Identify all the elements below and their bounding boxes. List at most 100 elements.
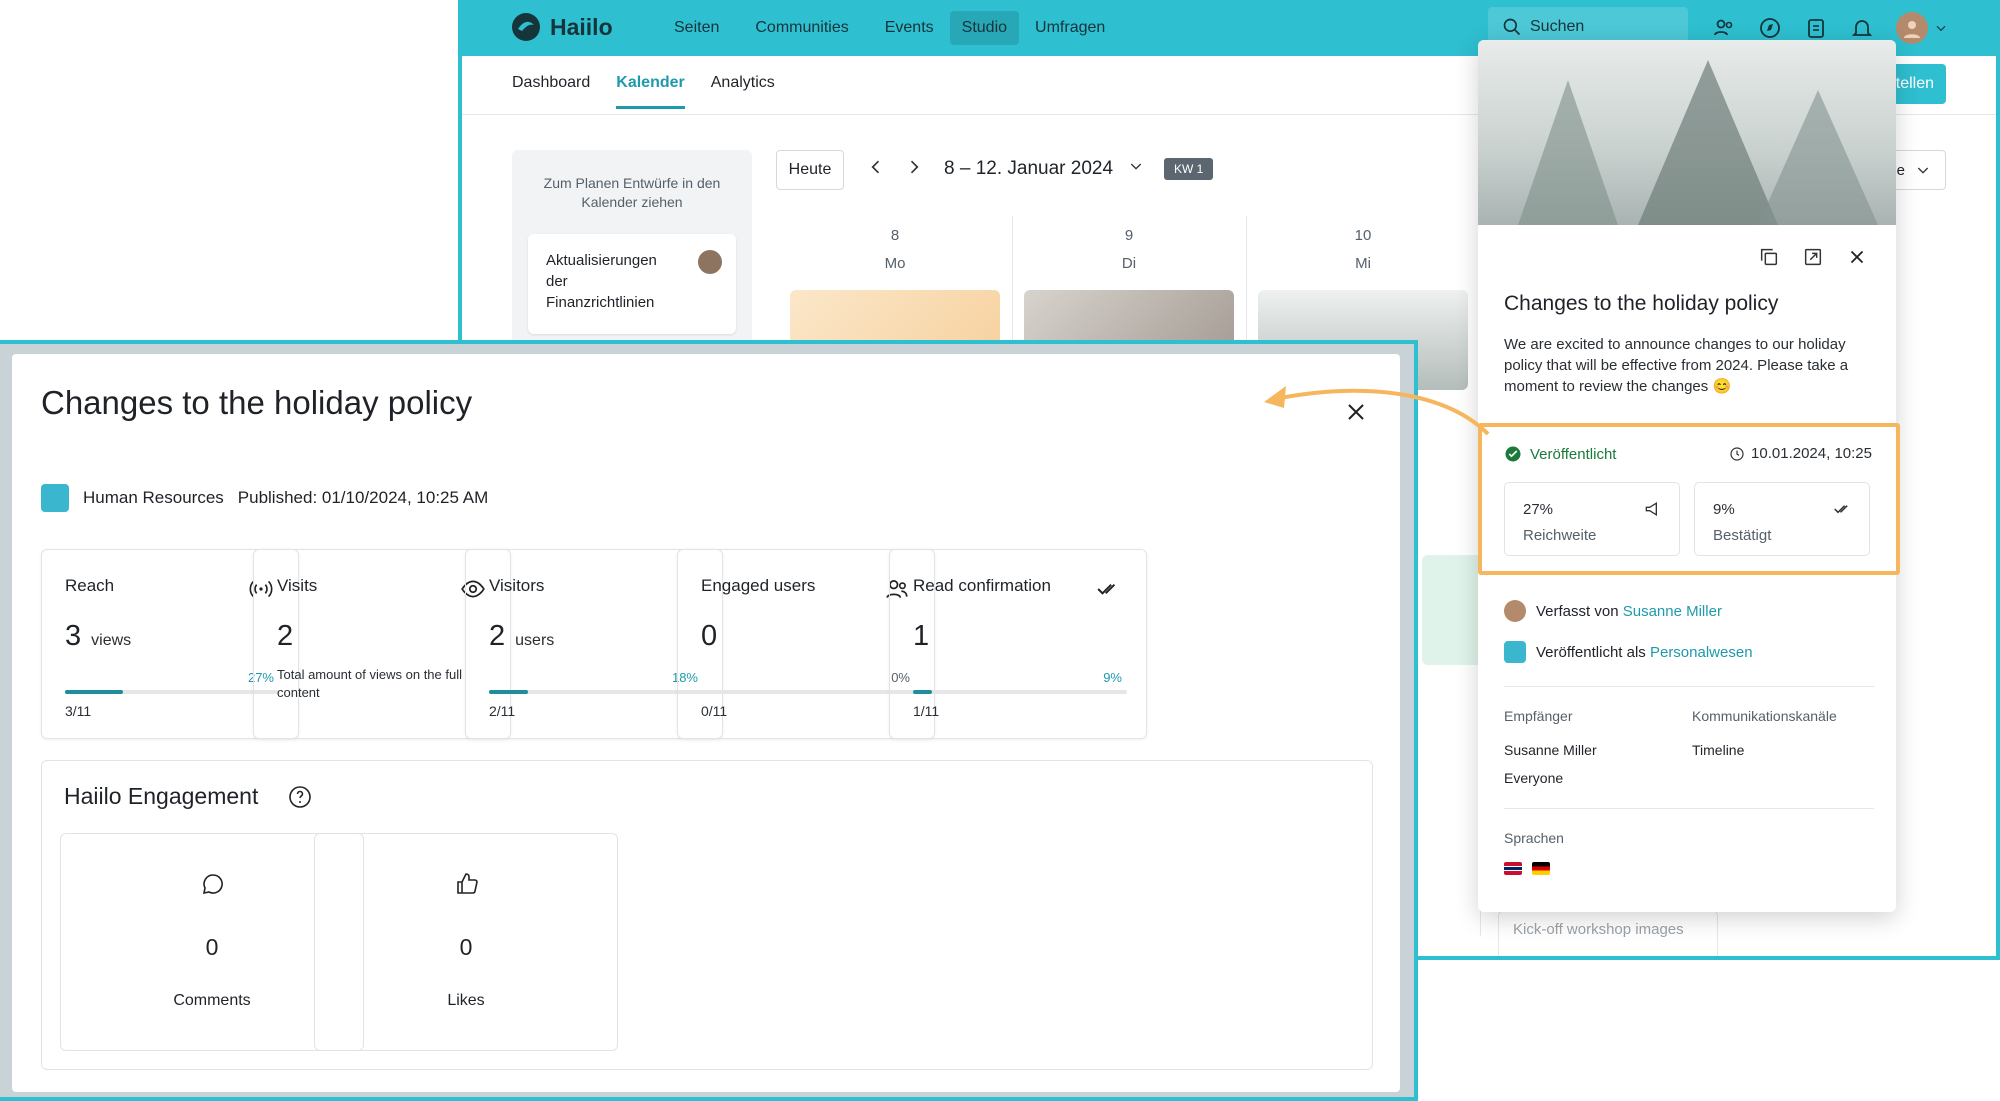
- nav-events[interactable]: Events: [873, 11, 946, 45]
- sender-name[interactable]: Human Resources: [83, 488, 224, 508]
- close-icon[interactable]: [1846, 246, 1868, 268]
- drafts-hint: Zum Planen Entwürfe in den Kalender zieh…: [543, 175, 721, 210]
- nav-seiten[interactable]: Seiten: [662, 11, 731, 45]
- day-header-mi: 10 Mi: [1246, 222, 1480, 278]
- day-header-mo: 8 Mo: [778, 222, 1012, 278]
- channels-list: Timeline: [1692, 736, 1744, 764]
- page-avatar: [1504, 641, 1526, 663]
- panel-actions: [1758, 246, 1868, 268]
- date-range-picker[interactable]: 8 – 12. Januar 2024: [944, 158, 1144, 180]
- person-icon: [1904, 21, 1920, 38]
- divider: [1504, 808, 1874, 809]
- view-select-label: e: [1896, 161, 1905, 179]
- languages-label: Sprachen: [1504, 830, 1564, 846]
- calendar-post-card[interactable]: Kick-off workshop images: [1498, 910, 1718, 956]
- card-title: Visits: [277, 576, 318, 595]
- published-date: Published: 01/10/2024, 10:25 AM: [237, 488, 489, 507]
- post-hero-image: [1478, 40, 1896, 225]
- chevron-left-icon[interactable]: [866, 157, 886, 177]
- nav-umfragen[interactable]: Umfragen: [1023, 11, 1117, 45]
- de-flag-icon[interactable]: [1532, 862, 1551, 875]
- tab-kalender[interactable]: Kalender: [616, 74, 685, 109]
- chevron-right-icon[interactable]: [904, 157, 924, 177]
- languages-list: [1504, 862, 1556, 880]
- author-row: Verfasst von Susanne Miller: [1504, 600, 1722, 622]
- compass-icon[interactable]: [1758, 16, 1782, 40]
- today-button[interactable]: Heute: [776, 150, 844, 190]
- read-confirmation-card: Read confirmation 1 9% 1/11: [889, 549, 1147, 739]
- week-badge: KW 1: [1164, 158, 1214, 180]
- likes-label: Likes: [447, 992, 485, 1009]
- card-value: 0: [701, 620, 717, 653]
- day-header-di: 9 Di: [1012, 222, 1246, 278]
- author-link[interactable]: Susanne Miller: [1623, 603, 1722, 620]
- chevron-down-icon: [1131, 163, 1142, 170]
- day-name: Mi: [1355, 255, 1371, 272]
- analytics-modal-frame: Changes to the holiday policy Human Reso…: [0, 340, 1418, 1101]
- copy-icon[interactable]: [1758, 246, 1780, 268]
- likes-card: 0 Likes: [314, 833, 618, 1051]
- chevron-down-icon: [1917, 167, 1929, 174]
- chevron-down-icon[interactable]: [1934, 21, 1948, 35]
- user-avatar[interactable]: [1896, 12, 1928, 44]
- haiilo-logo-icon: [512, 13, 540, 41]
- card-percent: 9%: [1103, 670, 1122, 685]
- week-nav: [866, 157, 924, 177]
- progress-bar: [701, 690, 915, 694]
- clipboard-icon[interactable]: [1804, 16, 1828, 40]
- engagement-section: Haiilo Engagement 0 Comments 0 Likes: [41, 760, 1373, 1070]
- search-placeholder: Suchen: [1530, 18, 1585, 35]
- haiilo-logo[interactable]: Haiilo: [510, 11, 613, 43]
- double-check-icon: [1097, 583, 1116, 595]
- draft-card[interactable]: Aktualisierungen der Finanzrichtlinien: [528, 234, 736, 334]
- card-value: 3 views: [65, 620, 131, 653]
- bell-icon[interactable]: [1850, 16, 1874, 40]
- recipient: Everyone: [1504, 770, 1564, 786]
- value: 0: [701, 620, 718, 652]
- author-prefix: Verfasst von: [1536, 602, 1619, 620]
- recipient: Susanne Miller: [1504, 742, 1597, 758]
- people-icon[interactable]: [1712, 16, 1736, 40]
- divider: [1504, 686, 1874, 687]
- recipients-list: Susanne Miller Everyone: [1504, 736, 1597, 792]
- day-number: 8: [890, 227, 900, 244]
- nav-communities[interactable]: Communities: [743, 11, 860, 45]
- progress-bar: [913, 690, 1127, 694]
- analytics-modal: Changes to the holiday policy Human Reso…: [12, 354, 1400, 1092]
- progress-bar: [65, 690, 279, 694]
- value: 2: [277, 620, 294, 652]
- tab-analytics[interactable]: Analytics: [711, 74, 775, 109]
- date-range: 8 – 12. Januar 2024: [944, 158, 1114, 179]
- post-title: Kick-off workshop images: [1513, 921, 1684, 938]
- modal-meta: Human Resources Published: 01/10/2024, 1…: [41, 484, 488, 512]
- avatar: [1504, 600, 1526, 622]
- card-title: Reach: [65, 576, 115, 595]
- day-number: 10: [1354, 227, 1372, 244]
- unit: views: [91, 632, 132, 649]
- panel-title: Changes to the holiday policy: [1504, 292, 1779, 315]
- published-as-link[interactable]: Personalwesen: [1650, 644, 1753, 661]
- progress-fill: [65, 690, 123, 694]
- comment-icon: [202, 874, 223, 895]
- panel-description: We are excited to announce changes to ou…: [1504, 336, 1849, 395]
- page-avatar: [41, 484, 69, 512]
- day-name: Mo: [884, 255, 906, 272]
- card-value: 2: [277, 620, 293, 653]
- card-title: Read confirmation: [913, 576, 1051, 595]
- value: 3: [65, 620, 82, 652]
- nav-studio[interactable]: Studio: [949, 11, 1020, 45]
- channels-label: Kommunikationskanäle: [1692, 708, 1837, 724]
- engagement-header: Haiilo Engagement: [64, 783, 312, 810]
- modal-title: Changes to the holiday policy: [41, 384, 473, 421]
- open-external-icon[interactable]: [1802, 246, 1824, 268]
- tab-dashboard[interactable]: Dashboard: [512, 74, 590, 109]
- progress-fill: [913, 690, 933, 694]
- uk-flag-icon[interactable]: [1504, 862, 1522, 875]
- thumbs-up-icon: [457, 873, 478, 894]
- value: 1: [913, 620, 930, 652]
- help-icon[interactable]: [288, 785, 312, 809]
- likes-count: 0: [459, 934, 473, 960]
- progress-fill: [489, 690, 528, 694]
- card-title: Engaged users: [701, 576, 816, 595]
- unit: users: [515, 632, 555, 649]
